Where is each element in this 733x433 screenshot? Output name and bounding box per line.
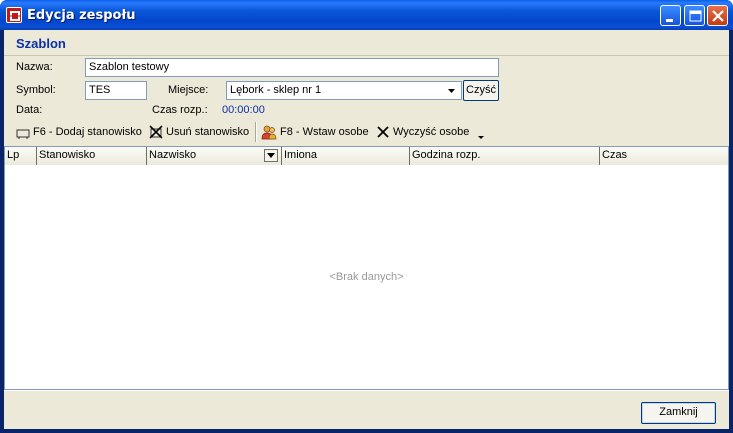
close-window-button[interactable] — [707, 5, 728, 26]
maximize-button[interactable] — [684, 5, 705, 26]
place-select[interactable]: Lębork - sklep nr 1 — [226, 81, 462, 100]
window-title: Edycja zespołu — [27, 8, 136, 23]
date-label: Data: — [16, 104, 43, 116]
clear-person-icon — [377, 125, 389, 138]
clear-person-label: Wyczyść osobe — [393, 125, 470, 138]
name-input[interactable]: Szablon testowy — [85, 58, 499, 77]
window: Edycja zespołu Szablon Nazwa: Szablon te… — [0, 0, 733, 433]
toolbar-overflow-icon[interactable] — [477, 133, 485, 141]
remove-position-button[interactable]: Usuń stanowisko — [149, 119, 249, 144]
close-icon — [712, 10, 724, 22]
remove-position-icon — [149, 124, 163, 139]
toolbar-separator — [255, 122, 257, 142]
minimize-button[interactable] — [660, 5, 681, 26]
filter-icon — [267, 153, 275, 158]
name-label: Nazwa: — [16, 61, 53, 73]
add-position-label: F6 - Dodaj stanowisko — [33, 125, 142, 138]
clear-button[interactable]: Czyść — [463, 80, 499, 101]
remove-position-label: Usuń stanowisko — [166, 125, 250, 138]
insert-person-label: F8 - Wstaw osobe — [280, 125, 369, 138]
symbol-label: Symbol: — [16, 84, 56, 96]
column-header-stanowisko[interactable]: Stanowisko — [37, 147, 147, 165]
filter-button[interactable] — [264, 149, 278, 162]
grid-header: Lp Stanowisko Nazwisko Imiona Godzina ro… — [5, 147, 728, 165]
divider — [4, 55, 729, 56]
toolbar: F6 - Dodaj stanowisko Usuń stanowisko F8… — [7, 119, 487, 144]
start-time-label: Czas rozp.: — [152, 104, 208, 116]
data-grid[interactable]: Lp Stanowisko Nazwisko Imiona Godzina ro… — [4, 146, 729, 390]
insert-person-icon — [261, 125, 277, 139]
add-position-icon — [16, 129, 30, 139]
add-position-button[interactable]: F6 - Dodaj stanowisko — [16, 119, 142, 144]
dropdown-arrow-icon[interactable] — [445, 84, 458, 97]
insert-person-button[interactable]: F8 - Wstaw osobe — [261, 119, 369, 144]
maximize-icon — [689, 10, 702, 22]
column-header-nazwisko-label: Nazwisko — [149, 149, 197, 161]
column-header-godzina[interactable]: Godzina rozp. — [410, 147, 600, 165]
column-header-nazwisko[interactable]: Nazwisko — [147, 147, 282, 165]
minimize-icon — [666, 19, 673, 22]
place-select-value: Lębork - sklep nr 1 — [230, 84, 322, 96]
column-header-lp[interactable]: Lp — [5, 147, 37, 165]
symbol-input[interactable]: TES — [85, 81, 147, 100]
section-title: Szablon — [16, 36, 66, 51]
close-button[interactable]: Zamknij — [641, 402, 716, 424]
app-icon[interactable] — [6, 7, 22, 23]
clear-person-button[interactable]: Wyczyść osobe — [376, 119, 469, 144]
empty-state-text: <Brak danych> — [329, 271, 404, 283]
column-header-imiona[interactable]: Imiona — [282, 147, 410, 165]
start-time-value: 00:00:00 — [222, 104, 265, 116]
place-label: Miejsce: — [168, 84, 209, 96]
dialog-client: Szablon Nazwa: Szablon testowy Symbol: T… — [4, 30, 729, 429]
footer-divider — [4, 390, 729, 397]
titlebar[interactable]: Edycja zespołu — [0, 0, 733, 30]
column-header-czas[interactable]: Czas — [600, 147, 728, 165]
